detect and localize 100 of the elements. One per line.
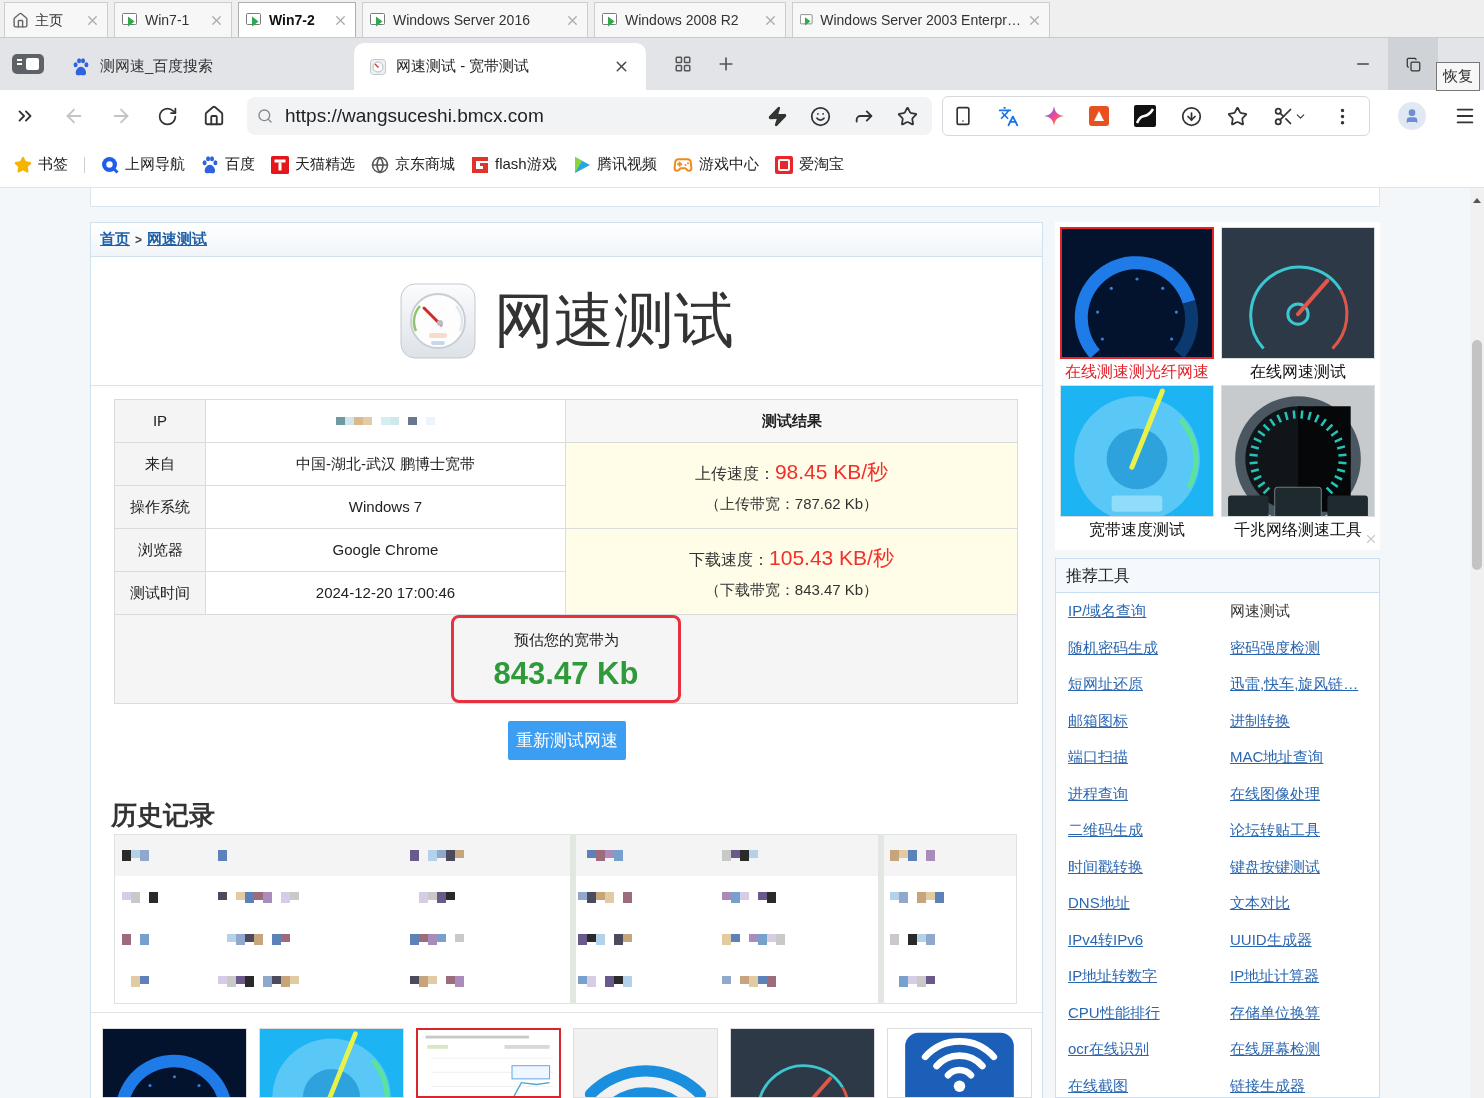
tool-link[interactable]: CPU性能排行 [1068,1001,1160,1024]
ad-caption[interactable]: 宽带速度测试 [1088,517,1185,543]
session-tab[interactable]: Windows 2008 R2 [594,2,786,37]
tool-link[interactable]: UUID生成器 [1230,928,1312,951]
address-field[interactable]: https://wangsuceshi.bmcx.com [247,97,932,135]
ad-caption[interactable]: 在线网速测试 [1250,359,1347,385]
breadcrumb-link[interactable]: 首页 [100,228,130,251]
restore-button[interactable] [1388,38,1438,90]
wifi-sign-drawing[interactable] [887,1028,1032,1098]
tool-link[interactable]: 论坛转贴工具 [1230,819,1320,842]
table-cell: 2024-12-20 17:00:46 [205,571,566,615]
tool-link[interactable]: 存储单位换算 [1230,1001,1320,1024]
lightning-icon[interactable] [767,105,788,127]
table-cell: Google Chrome [205,528,566,572]
browser-tab[interactable]: 测网速_百度搜索 [56,43,348,90]
paw-icon [72,57,90,76]
bookmark[interactable]: flash游戏 [471,153,557,176]
session-tab[interactable]: Windows Server 2016 [362,2,588,37]
breadcrumb-link[interactable]: 网速测试 [147,228,207,251]
globe-icon [371,155,389,174]
tool-link[interactable]: 迅雷,快车,旋风链… [1230,673,1359,696]
bookmark[interactable]: 京东商城 [371,153,455,176]
speed-label: 上传速度： [694,463,775,484]
speed-label: 下载速度： [689,549,770,570]
app-tile-icon[interactable] [1089,106,1109,126]
bracket-logo-icon [471,155,489,174]
tool-link[interactable]: DNS地址 [1068,892,1130,915]
scissors-icon[interactable] [1273,105,1294,127]
bookmark[interactable]: 天猫精选 [271,153,355,176]
scroll-up-icon[interactable] [1473,198,1481,203]
tool-link[interactable]: 进制转换 [1230,709,1290,732]
tool-link[interactable]: 密码强度检测 [1230,636,1320,659]
screen-play-icon [800,12,815,28]
tool-link[interactable]: IPv4转IPv6 [1068,928,1144,951]
scrollbar[interactable] [1470,188,1484,1098]
bookmark[interactable]: 游戏中心 [672,153,759,176]
tool-link[interactable]: 随机密码生成 [1068,636,1158,659]
sidebar-toggle-icon[interactable] [12,54,44,74]
bookmark[interactable]: 百度 [201,153,255,176]
estimate-label: 预估您的宽带为 [513,630,619,651]
translate-icon[interactable] [998,105,1019,127]
session-tab[interactable]: Windows Server 2003 Enterpr… [792,2,1050,37]
tool-link[interactable]: IP地址转数字 [1068,965,1158,988]
tool-link[interactable]: 邮箱图标 [1068,709,1128,732]
home-icon [12,11,29,29]
star-icon[interactable] [1227,105,1248,127]
ad-caption[interactable]: 在线测速测光纤网速 [1064,359,1209,385]
tool-link[interactable]: 文本对比 [1230,892,1290,915]
sparkle-icon[interactable] [1044,106,1064,126]
tool-link[interactable]: IP/域名查询 [1068,600,1147,623]
tool-label[interactable]: 网速测试 [1230,600,1290,623]
paw-icon [201,155,219,174]
bookmark[interactable]: 爱淘宝 [774,153,844,176]
search-icon [257,108,273,124]
speed-value: 105.43 KB/秒 [769,544,894,571]
bandwidth-text: （下载带宽：843.47 Kb） [704,581,879,598]
tool-link[interactable]: 时间戳转换 [1068,855,1143,878]
tool-link[interactable]: 在线截图 [1068,1074,1128,1097]
screen-play-icon [370,12,387,28]
session-tab[interactable]: 主页 [4,2,108,37]
session-tab[interactable]: Win7-2 [238,2,356,37]
download-icon[interactable] [1181,105,1202,127]
tool-link[interactable]: 在线图像处理 [1230,782,1320,805]
table-cell: 中国-湖北-武汉 鹏博士宽带 [205,442,566,486]
star-icon[interactable] [897,105,918,127]
phone-icon[interactable] [953,106,973,126]
page-title: 网速测试 [493,291,734,351]
speedometer-icon [399,283,476,359]
screen-play-icon [122,12,139,28]
bookmark[interactable]: 上网导航 [101,153,185,176]
tooltip: 恢复 [1436,62,1480,91]
tool-link[interactable]: 键盘按键测试 [1230,855,1320,878]
curve-tile-icon[interactable] [1134,105,1156,127]
home-icon[interactable] [203,105,225,127]
avatar-icon[interactable] [1398,102,1426,130]
tool-link[interactable]: MAC地址查询 [1230,746,1324,769]
bandwidth-text: （上传带宽：787.62 Kb） [704,495,879,512]
row-label: IP [114,399,206,443]
tool-link[interactable]: 进程查询 [1068,782,1128,805]
smiley-icon[interactable] [810,105,831,127]
tool-link[interactable]: 短网址还原 [1068,673,1143,696]
tool-link[interactable]: 在线屏幕检测 [1230,1038,1320,1061]
browser-tab[interactable]: 网速测试 - 宽带测试 [354,43,646,90]
speedometer-icon [370,58,386,75]
tab-grid-icon[interactable] [674,55,692,73]
wifi-drawing[interactable] [573,1028,718,1098]
row-label: 来自 [114,442,206,486]
bookmark[interactable]: 书签 [14,153,68,176]
session-tab[interactable]: Win7-1 [114,2,232,37]
tool-link[interactable]: ocr在线识别 [1068,1038,1149,1061]
bookmark[interactable]: 腾讯视频 [572,153,657,176]
tool-link[interactable]: 二维码生成 [1068,819,1143,842]
tool-link[interactable]: IP地址计算器 [1230,965,1320,988]
tool-link[interactable]: 端口扫描 [1068,746,1128,769]
scrollbar-thumb[interactable] [1472,340,1482,570]
line-chart-drawing[interactable] [416,1028,561,1098]
row-label: 操作系统 [114,485,206,529]
ad-caption[interactable]: 千兆网络测速工具 [1234,517,1363,543]
tool-link[interactable]: 链接生成器 [1230,1074,1305,1097]
reload-icon[interactable] [157,105,178,127]
